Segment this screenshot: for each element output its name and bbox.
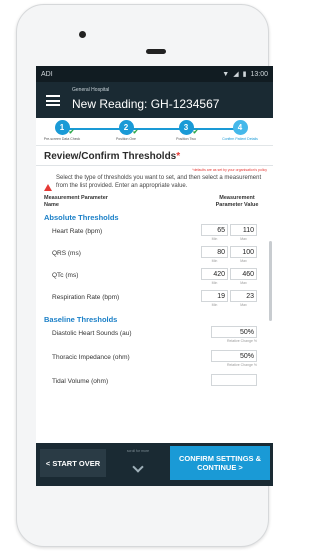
relative-change-label: Relative Change % — [227, 363, 257, 367]
absolute-thresholds-heading[interactable]: Absolute Thresholds — [36, 208, 273, 222]
step-number: 4 — [237, 123, 243, 132]
step-number: 3 — [183, 123, 189, 132]
percent-input[interactable]: 50% — [211, 326, 257, 338]
max-input[interactable]: 100 — [230, 246, 257, 258]
check-icon: ✔ — [132, 129, 139, 136]
threshold-label: Respiration Rate (bpm) — [52, 294, 120, 301]
warning-icon — [44, 184, 52, 191]
chevron-down-icon[interactable] — [132, 461, 144, 473]
menu-icon[interactable] — [46, 95, 60, 106]
progress-stepper: 1 ✔ Pre-screen Data Check 2 ✔ Position One… — [36, 118, 273, 146]
start-over-button[interactable]: < START OVER — [40, 449, 106, 477]
carrier-label: ADI — [41, 70, 53, 78]
status-bar: ADI ▼ ◢ ▮ 13:00 — [36, 66, 273, 82]
step-label: Position Two — [176, 137, 196, 141]
min-label: Min — [211, 237, 218, 241]
column-headers: Measurement Parameter Name Measurement P… — [36, 191, 273, 208]
max-label: Max — [240, 303, 247, 307]
page-title: Review/Confirm Thresholds* — [44, 151, 181, 162]
app-bar: General Hospital New Reading: GH-1234567 — [36, 82, 273, 118]
min-label: Min — [211, 281, 218, 285]
step-label: Pre-screen Data Check — [43, 137, 81, 141]
min-input[interactable]: 80 — [201, 246, 228, 258]
threshold-label: QTc (ms) — [52, 272, 79, 279]
page-header: Review/Confirm Thresholds* — [36, 146, 273, 166]
max-label: Max — [240, 237, 247, 241]
col-param-value: Measurement Parameter Value — [215, 195, 259, 208]
signal-icon: ◢ — [233, 71, 239, 78]
step-1[interactable]: 1 ✔ Pre-screen Data Check — [36, 120, 88, 141]
percent-input[interactable]: 50% — [211, 350, 257, 362]
baseline-row-tidal: Tidal Volume (ohm) — [36, 372, 273, 396]
baseline-row-thoracic: Thoracic Impedance (ohm) 50% Relative Ch… — [36, 348, 273, 372]
check-icon: ✔ — [192, 129, 199, 136]
step-4[interactable]: 4 Confirm Patient Details — [214, 120, 266, 141]
scrollbar[interactable] — [269, 241, 272, 321]
step-label: Position One — [115, 137, 137, 141]
baseline-thresholds-heading[interactable]: Baseline Thresholds — [36, 310, 273, 324]
camera-icon — [79, 31, 86, 38]
step-number: 1 — [59, 123, 65, 132]
step-number: 2 — [123, 123, 129, 132]
app-screen: ADI ▼ ◢ ▮ 13:00 General Hospital New Rea… — [36, 66, 273, 486]
baseline-row-diastolic: Diastolic Heart Sounds (au) 50% Relative… — [36, 324, 273, 348]
threshold-row-respiration: Respiration Rate (bpm) 19 23 Min Max — [36, 288, 273, 310]
threshold-label: QRS (ms) — [52, 250, 81, 257]
max-label: Max — [240, 259, 247, 263]
threshold-row-heart-rate: Heart Rate (bpm) 65 110 Min Max — [36, 222, 273, 244]
baseline-label: Diastolic Heart Sounds (au) — [52, 330, 132, 337]
reading-title: New Reading: GH-1234567 — [72, 97, 220, 111]
check-icon: ✔ — [68, 129, 75, 136]
min-label: Min — [211, 303, 218, 307]
battery-icon: ▮ — [242, 71, 247, 78]
baseline-label: Tidal Volume (ohm) — [52, 378, 109, 385]
relative-change-label: Relative Change % — [227, 339, 257, 343]
step-label: Confirm Patient Details — [222, 137, 258, 141]
step-3[interactable]: 3 ✔ Position Two — [160, 120, 212, 141]
min-label: Min — [211, 259, 218, 263]
step-2[interactable]: 2 ✔ Position One — [100, 120, 152, 141]
instruction-text: Select the type of thresholds you want t… — [56, 175, 262, 189]
max-input[interactable]: 110 — [230, 224, 257, 236]
baseline-label: Thoracic Impedance (ohm) — [52, 354, 130, 361]
clock: 13:00 — [250, 70, 268, 78]
percent-input[interactable] — [211, 374, 257, 386]
confirm-continue-button[interactable]: CONFIRM SETTINGS & CONTINUE > — [170, 446, 270, 480]
min-input[interactable]: 19 — [201, 290, 228, 302]
scroll-hint: scroll for more — [126, 449, 150, 453]
threshold-row-qtc: QTc (ms) 420 460 Min Max — [36, 266, 273, 288]
max-label: Max — [240, 281, 247, 285]
footer-bar: < START OVER scroll for more CONFIRM SET… — [36, 443, 273, 486]
hospital-name: General Hospital — [72, 87, 110, 93]
min-input[interactable]: 420 — [201, 268, 228, 280]
speaker-grille — [146, 49, 166, 54]
wifi-icon: ▼ — [222, 70, 230, 78]
max-input[interactable]: 460 — [230, 268, 257, 280]
threshold-label: Heart Rate (bpm) — [52, 228, 103, 235]
required-mark: * — [176, 151, 181, 162]
threshold-row-qrs: QRS (ms) 80 100 Min Max — [36, 244, 273, 266]
instruction-block: Select the type of thresholds you want t… — [36, 172, 273, 191]
col-param-name: Measurement Parameter Name — [44, 195, 108, 208]
max-input[interactable]: 23 — [230, 290, 257, 302]
min-input[interactable]: 65 — [201, 224, 228, 236]
